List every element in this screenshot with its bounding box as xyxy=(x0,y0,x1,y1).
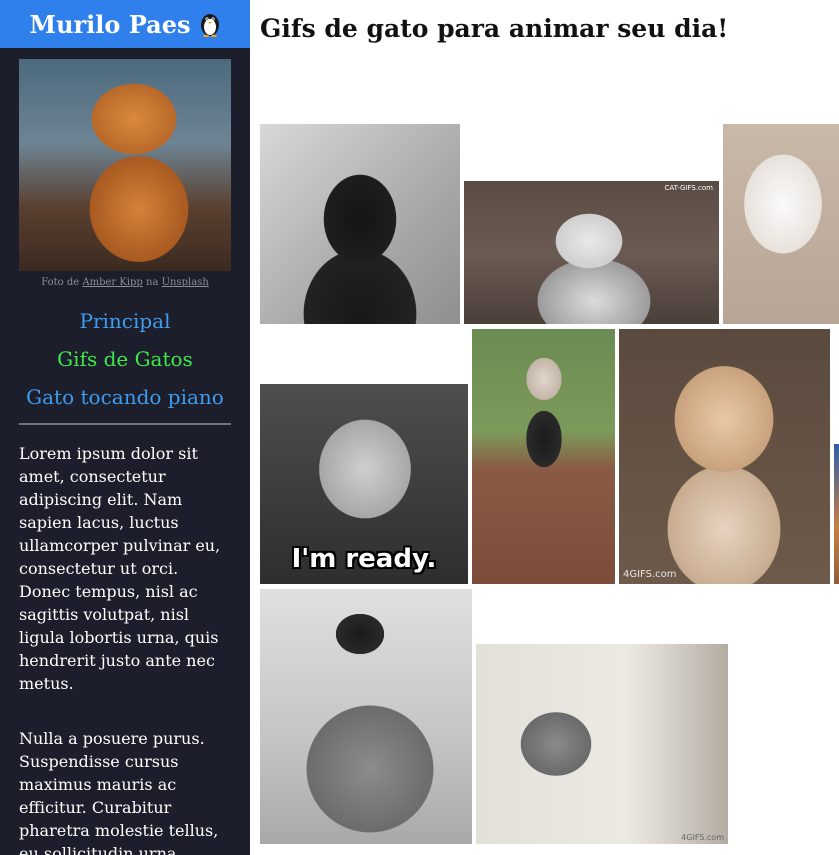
cat-gif-top-hat-cat xyxy=(260,589,472,844)
cat-gif-partial xyxy=(834,444,839,584)
sidebar-cat-photo xyxy=(19,59,231,271)
nav-link-gato-tocando-piano[interactable]: Gato tocando piano xyxy=(0,385,250,409)
penguin-icon xyxy=(199,11,221,38)
nav-link-gifs-de-gatos[interactable]: Gifs de Gatos xyxy=(0,347,250,371)
brand-header[interactable]: Murilo Paes xyxy=(0,0,250,48)
cat-gif-tabby-kitten: 4GIFS.com xyxy=(476,644,728,844)
sidebar-divider xyxy=(19,423,231,425)
sidebar-paragraph-1: Lorem ipsum dolor sit amet, consectetur … xyxy=(19,444,221,693)
photo-credit-prefix: Foto de xyxy=(41,277,80,288)
brand-name: Murilo Paes xyxy=(29,9,191,39)
sidebar: Murilo Paes Foto de Amber Kipp na Unspla… xyxy=(0,0,250,855)
cat-gif-black-cat xyxy=(260,124,460,324)
photo-credit-middle: na xyxy=(146,277,159,288)
gif-watermark: CAT-GIFS.com xyxy=(664,184,713,192)
gif-watermark: 4GIFS.com xyxy=(623,569,677,580)
photo-credit-site-link[interactable]: Unsplash xyxy=(162,277,209,288)
cat-gif-grey-white-cat: CAT-GIFS.com xyxy=(464,181,719,324)
cat-gif-ginger-kitten: 4GIFS.com xyxy=(619,329,830,584)
photo-credit: Foto de Amber Kipp na Unsplash xyxy=(0,277,250,288)
photo-credit-author-link[interactable]: Amber Kipp xyxy=(82,277,142,288)
nav-link-principal[interactable]: Principal xyxy=(0,309,250,333)
cat-gif-gangster-cat xyxy=(472,329,615,584)
cat-gif-sunglasses-cat: I'm ready. xyxy=(260,384,468,584)
gif-caption-im-ready: I'm ready. xyxy=(291,544,437,574)
gif-watermark: 4GIFS.com xyxy=(681,833,724,842)
cat-gif-white-cat xyxy=(723,124,839,324)
sidebar-paragraph-2: Nulla a posuere purus. Suspendisse cursu… xyxy=(19,729,219,855)
page-title: Gifs de gato para animar seu dia! xyxy=(260,14,729,43)
